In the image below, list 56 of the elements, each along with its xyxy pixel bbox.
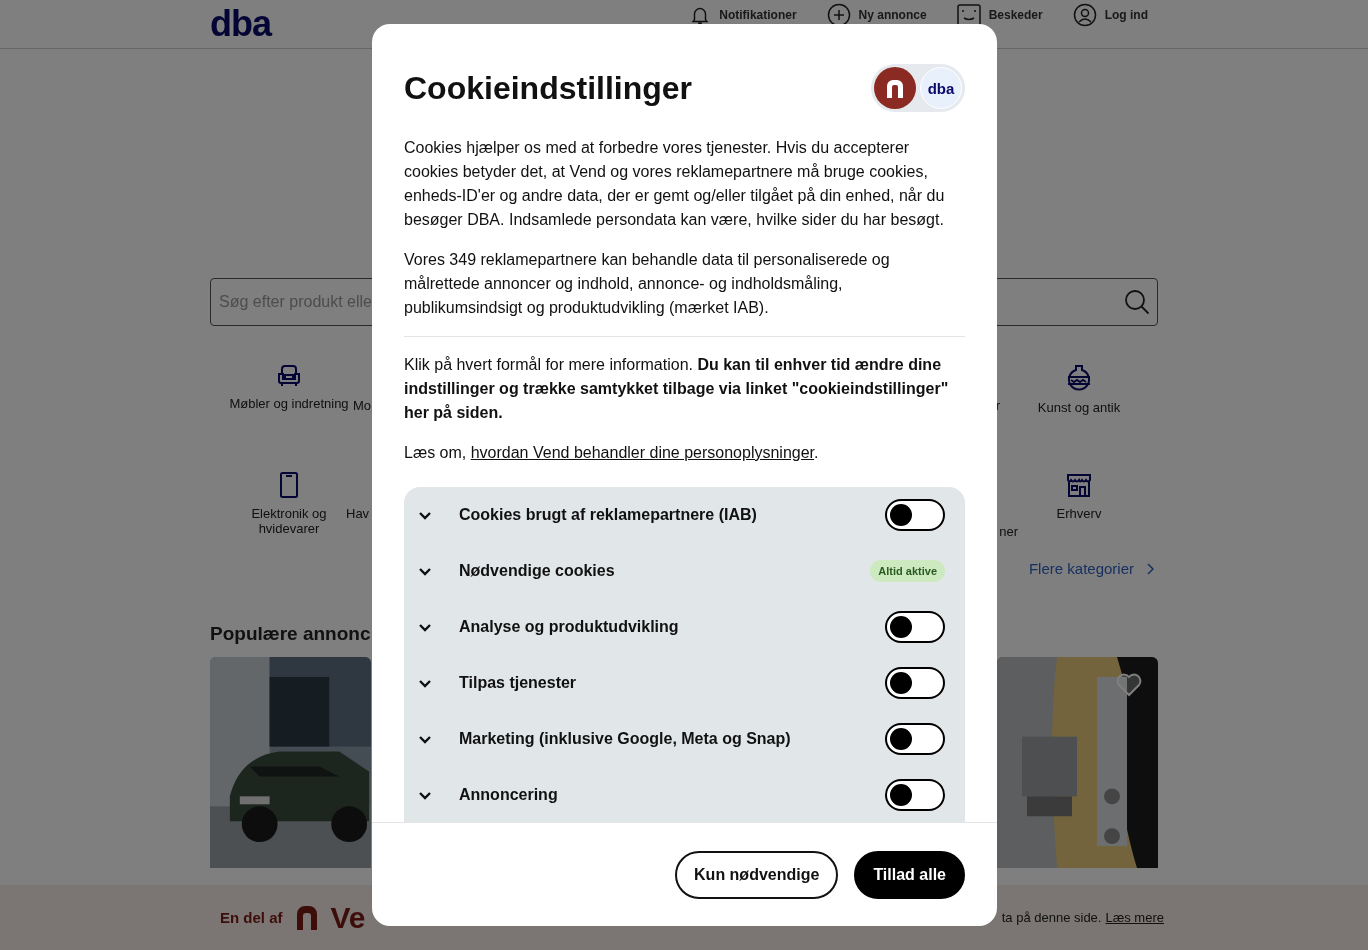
- plus-icon: [826, 3, 851, 27]
- nav-link[interactable]: Ny annonce: [858, 8, 927, 22]
- chevron-down-icon[interactable]: [418, 734, 432, 744]
- privacy-sentence: Læs om, hvordan Vend behandler dine personoplysninger.: [404, 443, 820, 463]
- category-link[interactable]: Erhverv: [1056, 506, 1102, 521]
- purpose-label[interactable]: Tilpas tjenester: [459, 674, 885, 692]
- allow-all-button[interactable]: Tillad alle: [854, 850, 965, 899]
- category-link[interactable]: Mo: [353, 398, 372, 413]
- phone-icon: [280, 472, 298, 498]
- category-link[interactable]: Hav: [346, 506, 370, 521]
- search-icon[interactable]: [1124, 289, 1150, 315]
- purpose-label[interactable]: Analyse og produktudvikling: [459, 618, 885, 636]
- category-link[interactable]: Møbler og indretning: [229, 396, 349, 411]
- paragraph: Cookies hjælper os med at forbedre vores tjenester. Hvis du accepterer cookies betyder det, at Vend og vores reklamepartnere må bruge cookies, enheds-ID'er og andre data, der er gemt og/eller tilgået på din enhed, når du besøger DBA. Indsamlede persondata kan være, hvilke sider du har besøgt.: [404, 138, 946, 230]
- paragraph: Vores 349 reklamepartnere kan behandle data til personaliserede og målrettede annoncer og indhold, annonce- og indholdsmåling, publikumsindsigt og produktudvikling (mærket IAB).: [404, 250, 891, 318]
- footer-label: En del af: [220, 909, 283, 926]
- vase-icon: [1066, 364, 1092, 392]
- privacy-link[interactable]: hvordan Vend behandler dine personoplysninger: [470, 444, 815, 461]
- toggle-switch[interactable]: [885, 723, 945, 755]
- nav-link[interactable]: Log ind: [1104, 8, 1148, 22]
- chevron-down-icon[interactable]: [418, 622, 432, 632]
- brand-name: Ve: [330, 900, 366, 935]
- category-link[interactable]: Elektronik og hvidevarer: [234, 506, 344, 536]
- notice-text: ta på denne side.: [1001, 910, 1102, 925]
- dialog-title: Cookieindstillinger: [404, 69, 693, 108]
- nav-link[interactable]: Beskeder: [988, 8, 1043, 22]
- chevron-right-icon: [1146, 562, 1154, 575]
- read-more-link[interactable]: Læs mere: [1105, 910, 1164, 925]
- section-heading: Populære annonc: [210, 623, 371, 646]
- purpose-label[interactable]: Marketing (inklusive Google, Meta og Snap): [459, 730, 885, 748]
- toggle-switch[interactable]: [885, 499, 945, 531]
- category-link[interactable]: r: [995, 398, 1000, 413]
- status-badge: Altid aktive: [870, 560, 945, 582]
- nav-link[interactable]: Notifikationer: [719, 8, 797, 22]
- more-categories-link[interactable]: Flere kategorier: [1028, 560, 1134, 577]
- dba-logo[interactable]: dba: [210, 6, 271, 42]
- chevron-down-icon[interactable]: [418, 566, 432, 576]
- necessary-only-button[interactable]: Kun nødvendige: [675, 850, 839, 899]
- user-icon: [1072, 3, 1097, 27]
- category-link[interactable]: ner: [999, 524, 1018, 539]
- chevron-down-icon[interactable]: [418, 678, 432, 688]
- vend-logo-icon: [874, 67, 916, 109]
- chevron-down-icon[interactable]: [418, 790, 432, 800]
- shop-icon: [1066, 472, 1092, 498]
- purpose-label[interactable]: Annoncering: [459, 786, 885, 804]
- category-link[interactable]: Kunst og antik: [1037, 400, 1121, 415]
- dba-logo: dba: [920, 67, 962, 109]
- chevron-down-icon[interactable]: [418, 510, 432, 520]
- toggle-switch[interactable]: [885, 611, 945, 643]
- vend-logo-icon: [294, 905, 319, 930]
- toggle-switch[interactable]: [885, 779, 945, 811]
- paragraph: Klik på hvert formål for mere information. Du kan til enhver tid ændre dine indstillinger og trække samtykket tilbage via linket "cookieindstillinger" her på siden.: [404, 355, 950, 423]
- armchair-icon: [276, 364, 302, 388]
- purpose-label[interactable]: Nødvendige cookies: [459, 562, 871, 580]
- purpose-label[interactable]: Cookies brugt af reklamepartnere (IAB): [459, 506, 885, 524]
- toggle-switch[interactable]: [885, 667, 945, 699]
